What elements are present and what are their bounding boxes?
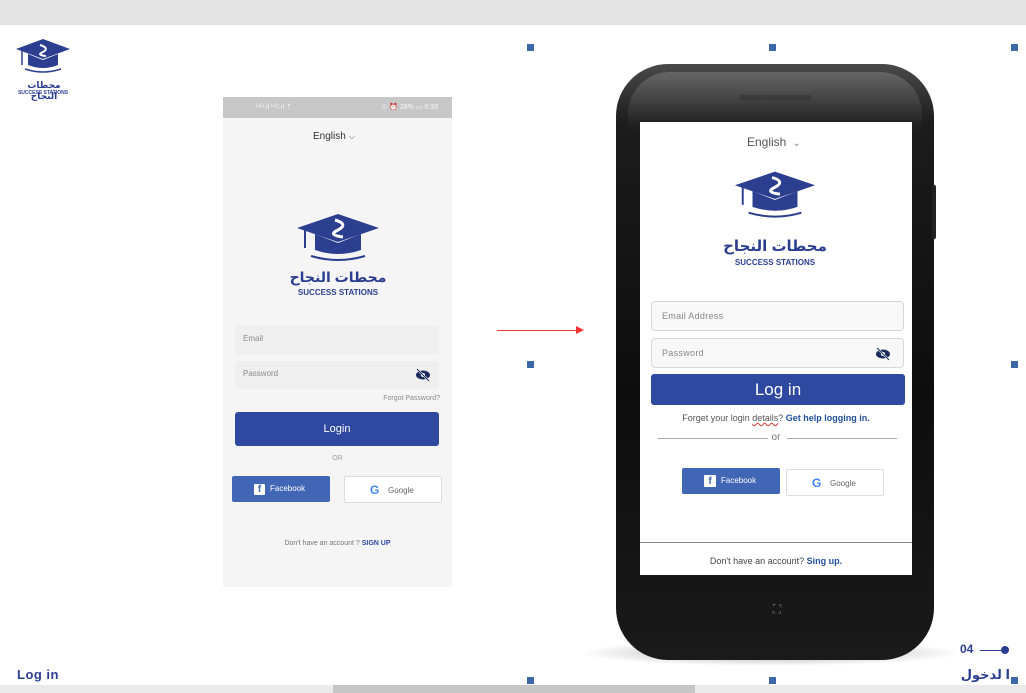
facebook-button[interactable]: f Facebook xyxy=(232,476,330,502)
selection-handle[interactable] xyxy=(527,677,534,684)
google-icon: G xyxy=(370,483,380,497)
arrow-right-icon xyxy=(576,326,584,334)
no-account-text: Don't have an account ? xyxy=(284,540,360,547)
google-icon: G xyxy=(812,476,822,490)
app-logo-icon xyxy=(734,171,816,218)
page-number: 04 xyxy=(960,642,974,656)
app-name-english: SUCCESS STATIONS xyxy=(734,258,816,267)
forgot-text: Forget your login xyxy=(682,413,753,423)
login-button[interactable]: Login xyxy=(235,412,439,446)
app-name-english: SUCCESS STATIONS xyxy=(297,288,379,297)
selection-handle[interactable] xyxy=(1011,44,1018,51)
speaker-grille xyxy=(739,95,811,100)
facebook-button[interactable]: f Facebook xyxy=(682,468,780,494)
facebook-label: Facebook xyxy=(270,484,306,493)
sign-up-link[interactable]: Sing up. xyxy=(807,556,843,566)
status-bar: ᴵ⁴ᴳ.ıl ᴵ⁴ᴳ.ıl ⇡ ⊙ ⏰ 28% ▭ 6:33 xyxy=(223,97,452,118)
language-selector[interactable]: English ⌵ xyxy=(313,131,355,142)
bottom-divider xyxy=(640,542,912,543)
status-battery-time: ⊙ ⏰ 28% ▭ 6:33 xyxy=(381,104,438,111)
facebook-label: Facebook xyxy=(721,476,757,485)
redesigned-login-screen: English ⌄ محطات النجاح SUCCESS STATIONS E… xyxy=(640,122,912,575)
signup-prompt: Don't have an account ? SIGN UP xyxy=(223,540,452,547)
forgot-login-row: Forget your login details? Get help logg… xyxy=(640,413,912,423)
top-band xyxy=(0,0,1026,25)
page-number-dot xyxy=(1001,646,1009,654)
forgot-text-typo: details xyxy=(752,413,779,423)
eye-off-icon[interactable] xyxy=(875,347,891,361)
home-button-icon: ⛶ xyxy=(772,602,782,616)
selection-handle[interactable] xyxy=(769,677,776,684)
language-selector[interactable]: English ⌄ xyxy=(747,135,801,149)
facebook-icon: f xyxy=(254,484,265,495)
or-separator: or xyxy=(771,432,781,443)
app-name-arabic: محطات النجاح xyxy=(289,269,387,285)
facebook-icon: f xyxy=(704,475,716,487)
password-placeholder: Password xyxy=(243,369,279,378)
or-divider-right xyxy=(787,438,897,439)
page-number-line xyxy=(980,650,1002,651)
or-divider-left xyxy=(658,438,768,439)
sign-up-link[interactable]: SIGN UP xyxy=(362,540,391,547)
no-account-text: Don't have an account? xyxy=(709,556,805,566)
chevron-down-icon: ⌵ xyxy=(348,132,355,141)
horizontal-scrollbar-thumb[interactable] xyxy=(333,685,695,693)
email-placeholder: Email Address xyxy=(662,311,724,321)
google-label: Google xyxy=(830,479,856,488)
eye-off-icon[interactable] xyxy=(415,368,431,382)
language-label: English xyxy=(747,135,787,149)
google-label: Google xyxy=(388,486,414,495)
google-button[interactable]: G Google xyxy=(344,476,442,503)
email-field[interactable]: Email xyxy=(235,326,439,354)
arrow-line xyxy=(497,330,577,331)
chevron-down-icon: ⌄ xyxy=(792,138,801,149)
brand-name-english: SUCCESS STATIONS xyxy=(17,90,69,96)
get-help-link[interactable]: Get help logging in. xyxy=(786,413,870,423)
selection-handle[interactable] xyxy=(1011,677,1018,684)
signup-prompt: Don't have an account? Sing up. xyxy=(640,556,912,566)
forgot-text-end: ? xyxy=(778,413,784,423)
selection-handle[interactable] xyxy=(769,44,776,51)
slide-title-arabic: ا لدخول xyxy=(960,667,1010,682)
forgot-password-link[interactable]: Forgot Password? xyxy=(383,395,440,402)
login-button[interactable]: Log in xyxy=(651,374,905,405)
email-placeholder: Email xyxy=(243,334,264,343)
password-field[interactable]: Password xyxy=(651,338,904,368)
language-label: English xyxy=(313,131,346,142)
selection-handle[interactable] xyxy=(527,361,534,368)
status-signal: ᴵ⁴ᴳ.ıl ᴵ⁴ᴳ.ıl ⇡ xyxy=(256,104,292,111)
or-separator: OR xyxy=(332,455,343,462)
google-button[interactable]: G Google xyxy=(786,469,884,496)
password-placeholder: Password xyxy=(662,348,704,358)
app-logo-icon xyxy=(297,214,379,261)
selection-handle[interactable] xyxy=(1011,361,1018,368)
email-address-field[interactable]: Email Address xyxy=(651,301,904,331)
original-login-screenshot: ᴵ⁴ᴳ.ıl ᴵ⁴ᴳ.ıl ⇡ ⊙ ⏰ 28% ▭ 6:33 English ⌵ … xyxy=(223,97,452,587)
app-name-arabic: محطات النجاح xyxy=(723,238,827,255)
selection-handle[interactable] xyxy=(527,44,534,51)
phone-side-button xyxy=(932,185,936,239)
slide-title-english: Log in xyxy=(17,667,59,682)
password-field[interactable]: Password xyxy=(235,361,439,389)
